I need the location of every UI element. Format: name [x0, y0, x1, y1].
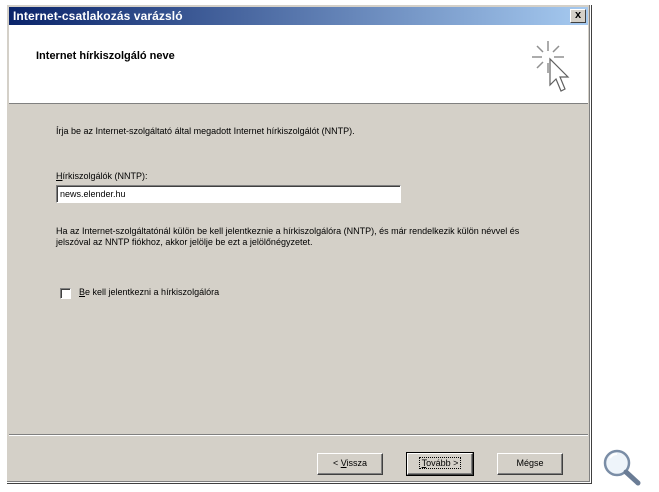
wizard-header: Internet hírkiszolgáló neve: [9, 25, 588, 104]
news-server-label: Hírkiszolgálók (NNTP):: [56, 171, 148, 181]
cancel-button[interactable]: Mégse: [497, 453, 563, 475]
button-separator: [9, 434, 588, 436]
next-button-text: ovább >: [426, 458, 459, 468]
title-bar[interactable]: Internet-csatlakozás varázsló x: [9, 7, 588, 25]
login-required-checkbox[interactable]: [60, 288, 71, 299]
wizard-content: Írja be az Internet-szolgáltató által me…: [9, 104, 588, 430]
next-button[interactable]: Tovább >: [406, 452, 474, 476]
login-description: Ha az Internet-szolgáltatónál külön be k…: [56, 226, 520, 247]
back-button[interactable]: < Vissza: [317, 453, 383, 475]
news-server-label-text: írkiszolgálók (NNTP):: [62, 171, 148, 181]
login-required-label[interactable]: Be kell jelentkezni a hírkiszolgálóra: [79, 287, 219, 297]
next-button-focus: Tovább >: [418, 457, 462, 469]
close-button[interactable]: x: [570, 9, 586, 23]
magnifier-icon[interactable]: [600, 446, 644, 486]
intro-text: Írja be az Internet-szolgáltató által me…: [56, 126, 355, 136]
wizard-dialog: Internet-csatlakozás varázsló x Internet…: [6, 4, 591, 483]
wizard-cursor-icon: [532, 41, 570, 92]
window-title: Internet-csatlakozás varázsló: [13, 9, 183, 23]
news-server-input[interactable]: news.elender.hu: [56, 185, 401, 203]
back-button-prefix: <: [332, 458, 341, 468]
page-title: Internet hírkiszolgáló neve: [36, 50, 175, 62]
login-required-label-text: e kell jelentkezni a hírkiszolgálóra: [85, 287, 220, 297]
back-button-text: issza: [346, 458, 368, 468]
